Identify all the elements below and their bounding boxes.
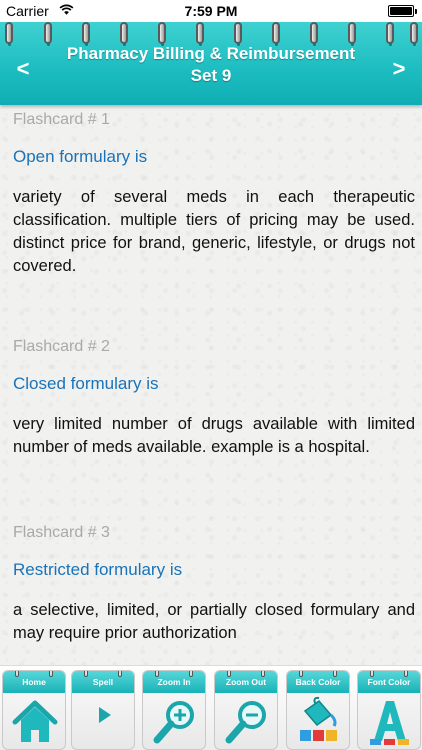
zoom-out-icon bbox=[225, 701, 266, 744]
font-color-label: Font Color bbox=[358, 671, 420, 693]
flashcard: Flashcard # 1 Open formulary is variety … bbox=[13, 111, 415, 278]
status-bar: Carrier 7:59 PM bbox=[0, 0, 422, 22]
zoom-out-label: Zoom Out bbox=[215, 671, 277, 693]
home-icon bbox=[12, 700, 58, 742]
font-color-button[interactable]: Font Color bbox=[357, 670, 421, 750]
paint-bucket-icon bbox=[300, 696, 337, 741]
bottom-toolbar: Home Spell Zoom In Zoom Out Back Color F… bbox=[0, 665, 422, 750]
flashcard-question: Open formulary is bbox=[13, 147, 148, 166]
flashcard-number: Flashcard # 3 bbox=[13, 524, 110, 541]
header-bar: < Pharmacy Billing & Reimbursement Set 9… bbox=[0, 22, 422, 105]
play-icon bbox=[99, 707, 111, 723]
flashcard-list[interactable]: Flashcard # 1 Open formulary is variety … bbox=[0, 105, 422, 665]
zoom-in-label: Zoom In bbox=[143, 671, 205, 693]
font-color-icon bbox=[370, 701, 409, 745]
battery-icon bbox=[388, 5, 417, 17]
home-label: Home bbox=[3, 671, 65, 693]
zoom-in-button[interactable]: Zoom In bbox=[142, 670, 206, 750]
home-button[interactable]: Home bbox=[2, 670, 66, 750]
page-title: Pharmacy Billing & Reimbursement Set 9 bbox=[40, 43, 382, 87]
zoom-in-icon bbox=[153, 701, 194, 744]
flashcard-answer: variety of several meds in each therapeu… bbox=[13, 188, 415, 275]
spell-button[interactable]: Spell bbox=[71, 670, 135, 750]
title-line-2: Set 9 bbox=[190, 66, 232, 85]
spell-label: Spell bbox=[72, 671, 134, 693]
clock: 7:59 PM bbox=[184, 3, 238, 19]
flashcard-question: Restricted formulary is bbox=[13, 560, 183, 579]
flashcard-number: Flashcard # 2 bbox=[13, 338, 110, 355]
back-button[interactable]: < bbox=[10, 56, 36, 82]
flashcard: Flashcard # 2 Closed formulary is very l… bbox=[13, 338, 415, 459]
flashcard: Flashcard # 3 Restricted formulary is a … bbox=[13, 524, 415, 645]
back-color-label: Back Color bbox=[287, 671, 349, 693]
flashcard-answer: a selective, limited, or partially close… bbox=[13, 601, 415, 642]
flashcard-answer: very limited number of drugs available w… bbox=[13, 415, 415, 456]
title-line-1: Pharmacy Billing & Reimbursement bbox=[66, 44, 356, 63]
forward-button[interactable]: > bbox=[386, 56, 412, 82]
zoom-out-button[interactable]: Zoom Out bbox=[214, 670, 278, 750]
flashcard-number: Flashcard # 1 bbox=[13, 111, 110, 128]
back-color-button[interactable]: Back Color bbox=[286, 670, 350, 750]
flashcard-question: Closed formulary is bbox=[13, 374, 159, 393]
